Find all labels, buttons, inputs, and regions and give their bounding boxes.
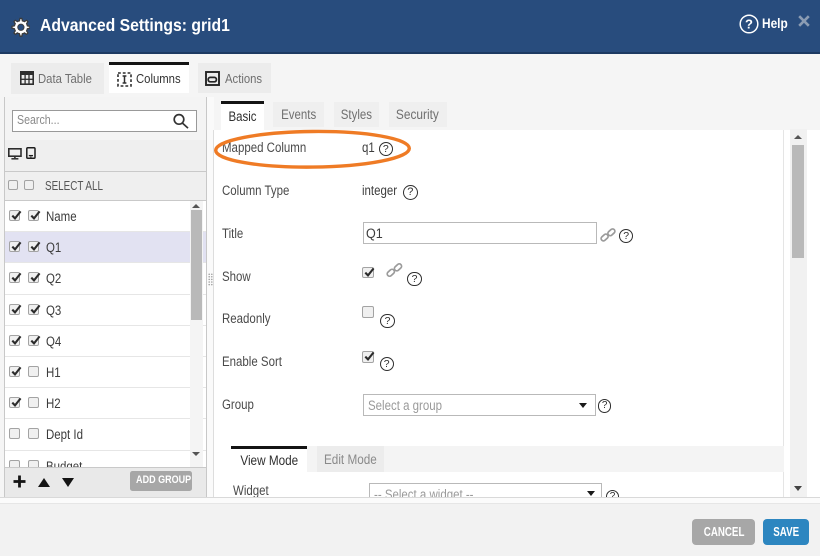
svg-text:?: ?	[745, 17, 753, 32]
